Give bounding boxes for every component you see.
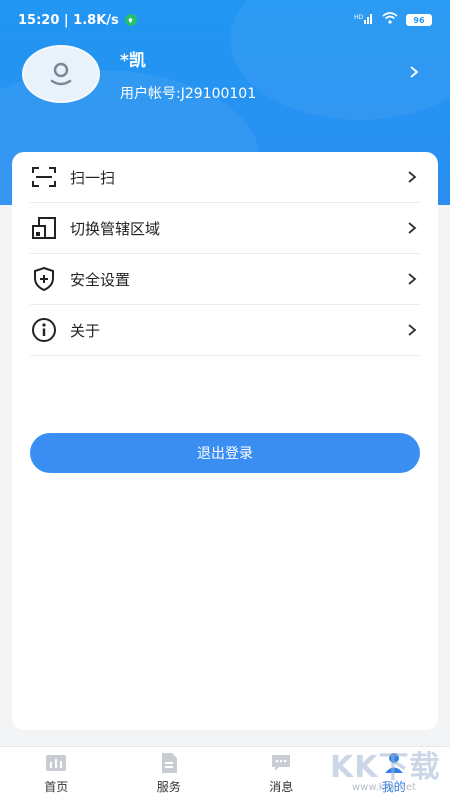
status-time: 15:20 | 1.8K/s: [18, 12, 119, 28]
tab-service[interactable]: 服务: [113, 747, 226, 800]
bottom-tab-bar: 首页 服务 消息 我的: [0, 746, 450, 800]
menu-item-label: 关于: [70, 321, 101, 340]
tab-home[interactable]: 首页: [0, 747, 113, 800]
scan-icon: [30, 163, 58, 191]
tab-mine[interactable]: 我的: [338, 747, 450, 800]
menu-item-label: 扫一扫: [70, 168, 116, 187]
tab-label: 消息: [269, 780, 294, 794]
security-shield-icon: [124, 14, 137, 26]
chat-bubble-icon: [269, 752, 293, 774]
tab-label: 首页: [44, 780, 69, 794]
shield-plus-icon: [30, 265, 58, 293]
cell-signal-icon: HD: [354, 12, 374, 28]
info-icon: [30, 316, 58, 344]
user-profile[interactable]: *凯 用户帐号:J29100101: [22, 44, 432, 104]
battery-icon: 96: [406, 14, 432, 26]
menu-item-about[interactable]: 关于: [30, 305, 420, 356]
chevron-right-icon: [404, 220, 420, 236]
menu-item-security-settings[interactable]: 安全设置: [30, 254, 420, 305]
menu-item-label: 安全设置: [70, 270, 131, 289]
document-icon: [157, 752, 181, 774]
wifi-icon: [382, 12, 398, 28]
tab-label: 服务: [156, 780, 181, 794]
user-icon: [382, 752, 406, 774]
user-account: 用户帐号:J29100101: [120, 85, 257, 102]
switch-region-icon: [30, 214, 58, 242]
logout-button[interactable]: 退出登录: [30, 433, 420, 473]
chevron-right-icon: [404, 169, 420, 185]
user-avatar-icon: [50, 62, 72, 86]
avatar[interactable]: [22, 45, 100, 103]
user-name: *凯: [120, 50, 146, 71]
status-bar: 15:20 | 1.8K/s HD 96: [0, 0, 450, 40]
chevron-right-icon: [404, 322, 420, 338]
svg-text:HD: HD: [354, 14, 364, 21]
chevron-right-icon: [404, 271, 420, 287]
tab-label: 我的: [381, 780, 406, 794]
tab-messages[interactable]: 消息: [225, 747, 338, 800]
menu-item-label: 切换管辖区域: [70, 219, 161, 238]
menu-card: 扫一扫 切换管辖区域 安全设置 关于 退出登录: [12, 152, 438, 730]
home-icon: [44, 752, 68, 774]
menu-item-scan[interactable]: 扫一扫: [30, 152, 420, 203]
menu-item-switch-region[interactable]: 切换管辖区域: [30, 203, 420, 254]
chevron-right-icon[interactable]: [408, 64, 420, 83]
